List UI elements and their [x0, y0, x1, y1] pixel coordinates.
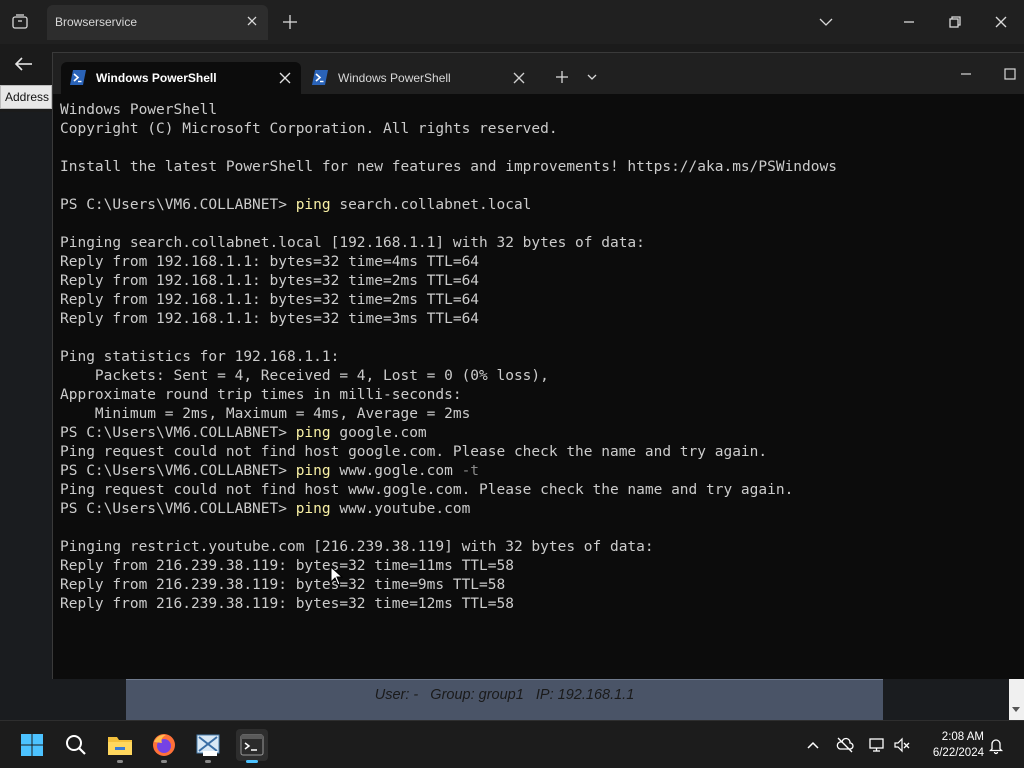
terminal-command: ping: [295, 501, 331, 517]
network-icon[interactable]: [867, 735, 887, 755]
start-icon: [21, 734, 43, 756]
terminal-output-line: Approximate round trip times in milli-se…: [60, 387, 462, 403]
terminal-command-line: PS C:\Users\VM6.COLLABNET> ping www.yout…: [60, 500, 1015, 519]
terminal-output-line: Reply from 216.239.38.119: bytes=32 time…: [60, 558, 514, 574]
tab-actions-icon[interactable]: [6, 8, 34, 36]
taskbar: 2:08 AM 6/22/2024: [0, 720, 1024, 768]
scroll-down-arrow-icon[interactable]: [1012, 707, 1020, 712]
terminal-output-line: Ping request could not find host www.gog…: [60, 482, 794, 498]
terminal-tab-1[interactable]: Windows PowerShell: [61, 62, 301, 94]
tab-list-chevron-icon[interactable]: [814, 10, 838, 34]
powershell-icon: [312, 70, 328, 85]
terminal-output-line: Reply from 216.239.38.119: bytes=32 time…: [60, 577, 506, 593]
terminal-command: ping: [295, 463, 331, 479]
new-tab-icon[interactable]: [555, 70, 569, 84]
terminal-flag: -t: [452, 463, 480, 479]
terminal-argument: www.gogle.com: [330, 463, 453, 479]
file-explorer-button[interactable]: [104, 729, 136, 763]
new-tab-icon[interactable]: [280, 12, 300, 32]
address-label: Address: [0, 85, 52, 109]
search-button[interactable]: [60, 729, 92, 761]
minimize-icon[interactable]: [957, 67, 975, 81]
browser-title-bar: Browserservice: [0, 0, 1024, 44]
terminal-command-line: PS C:\Users\VM6.COLLABNET> ping www.gogl…: [60, 462, 1015, 481]
terminal-prompt: PS C:\Users\VM6.COLLABNET>: [60, 197, 296, 213]
terminal-output-line: Install the latest PowerShell for new fe…: [60, 159, 837, 175]
terminal-command: ping: [295, 425, 331, 441]
maximize-icon[interactable]: [1003, 67, 1017, 81]
terminal-tab-2[interactable]: Windows PowerShell: [303, 62, 535, 94]
chevron-up-icon[interactable]: [803, 735, 823, 755]
chevron-down-icon[interactable]: [586, 72, 598, 82]
terminal-command-line: PS C:\Users\VM6.COLLABNET> ping google.c…: [60, 424, 1015, 443]
terminal-output-line: Pinging restrict.youtube.com [216.239.38…: [60, 539, 654, 555]
terminal-output[interactable]: Windows PowerShell Copyright (C) Microsof…: [60, 101, 1015, 671]
terminal-output-line: Ping statistics for 192.168.1.1:: [60, 349, 340, 365]
clock[interactable]: 2:08 AM 6/22/2024: [918, 729, 984, 761]
terminal-prompt: PS C:\Users\VM6.COLLABNET>: [60, 463, 296, 479]
search-icon: [66, 735, 86, 755]
terminal-button[interactable]: [236, 729, 268, 763]
terminal-command-line: PS C:\Users\VM6.COLLABNET> ping search.c…: [60, 196, 1015, 215]
session-info-text: User: - Group: group1 IP: 192.168.1.1: [374, 687, 635, 703]
terminal-output-line: Copyright (C) Microsoft Corporation. All…: [60, 121, 558, 137]
firefox-icon: [153, 734, 175, 756]
terminal-prompt: PS C:\Users\VM6.COLLABNET>: [60, 501, 296, 517]
terminal-output-line: Windows PowerShell: [60, 102, 218, 118]
terminal-output-line: Packets: Sent = 4, Received = 4, Lost = …: [60, 368, 549, 384]
running-indicator: [161, 760, 167, 763]
terminal-output-line: Reply from 216.239.38.119: bytes=32 time…: [60, 596, 514, 612]
terminal-output-line: Minimum = 2ms, Maximum = 4ms, Average = …: [60, 406, 471, 422]
terminal-argument: search.collabnet.local: [330, 197, 532, 213]
terminal-output-line: Reply from 192.168.1.1: bytes=32 time=4m…: [60, 254, 480, 270]
volume-muted-icon[interactable]: [892, 735, 912, 755]
terminal-title-bar: Windows PowerShell Windows PowerShell: [53, 53, 1024, 94]
terminal-window: Windows PowerShell Windows PowerShell Wi…: [52, 52, 1024, 679]
file-explorer-icon: [108, 737, 132, 755]
cloud-offline-icon[interactable]: [835, 735, 855, 755]
browser-tab-title: Browserservice: [55, 15, 138, 29]
terminal-argument: www.youtube.com: [330, 501, 471, 517]
terminal-icon: [240, 734, 264, 756]
close-tab-icon[interactable]: [279, 72, 291, 84]
vlc-icon: [196, 734, 220, 756]
terminal-tab-label: Windows PowerShell: [338, 71, 451, 85]
close-tab-icon[interactable]: [244, 13, 260, 29]
active-indicator: [246, 760, 258, 763]
screen: Browserservice Address Windows PowerShel…: [0, 0, 1024, 768]
powershell-icon: [70, 70, 86, 85]
running-indicator: [117, 760, 123, 763]
session-info-bar: User: - Group: group1 IP: 192.168.1.1: [126, 679, 883, 720]
terminal-output-line: Reply from 192.168.1.1: bytes=32 time=3m…: [60, 311, 480, 327]
terminal-prompt: PS C:\Users\VM6.COLLABNET>: [60, 425, 296, 441]
clock-date: 6/22/2024: [932, 747, 984, 759]
close-icon[interactable]: [989, 10, 1013, 34]
minimize-icon[interactable]: [897, 10, 921, 34]
firefox-button[interactable]: [148, 729, 180, 763]
clock-time: 2:08 AM: [941, 731, 984, 743]
terminal-output-line: Ping request could not find host google.…: [60, 444, 768, 460]
start-button[interactable]: [16, 729, 48, 761]
terminal-output-line: Reply from 192.168.1.1: bytes=32 time=2m…: [60, 292, 480, 308]
back-arrow-icon[interactable]: [8, 50, 40, 78]
scrollbar[interactable]: [1009, 679, 1024, 720]
terminal-argument: google.com: [330, 425, 427, 441]
browser-side-panel: [0, 112, 52, 720]
vlc-button[interactable]: [192, 729, 224, 763]
terminal-tab-label: Windows PowerShell: [96, 71, 217, 85]
close-tab-icon[interactable]: [513, 72, 525, 84]
terminal-output-line: Reply from 192.168.1.1: bytes=32 time=2m…: [60, 273, 480, 289]
running-indicator: [205, 760, 211, 763]
terminal-output-line: Pinging search.collabnet.local [192.168.…: [60, 235, 645, 251]
restore-icon[interactable]: [943, 10, 967, 34]
browser-tab[interactable]: Browserservice: [47, 5, 268, 40]
mouse-cursor-icon: [330, 566, 344, 586]
notification-bell-icon[interactable]: [986, 735, 1006, 755]
terminal-command: ping: [295, 197, 331, 213]
